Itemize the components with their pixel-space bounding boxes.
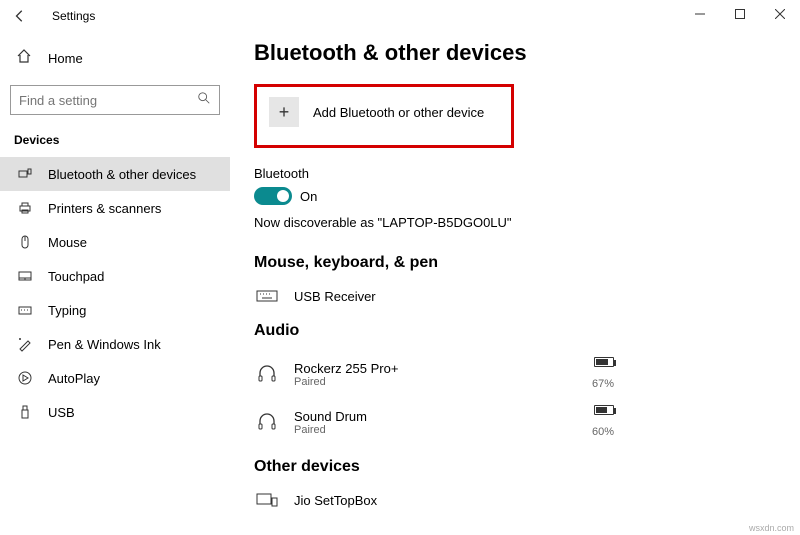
settop-icon — [254, 492, 280, 508]
device-audio-1[interactable]: Sound Drum Paired 60% — [254, 398, 614, 446]
sidebar-item-printers[interactable]: Printers & scanners — [0, 191, 230, 225]
page-heading: Bluetooth & other devices — [254, 40, 772, 66]
touchpad-icon — [16, 268, 34, 284]
device-audio-0[interactable]: Rockerz 255 Pro+ Paired 67% — [254, 350, 614, 398]
sidebar-item-label: Typing — [48, 303, 86, 318]
home-nav[interactable]: Home — [0, 40, 230, 77]
keyboard-icon — [16, 302, 34, 318]
back-button[interactable] — [8, 4, 32, 28]
device-usb-receiver[interactable]: USB Receiver — [254, 282, 614, 310]
printer-icon — [16, 200, 34, 216]
home-label: Home — [48, 51, 83, 66]
device-status: Paired — [294, 376, 398, 388]
headphones-icon — [254, 412, 280, 432]
toggle-state: On — [300, 189, 317, 204]
battery-icon — [594, 357, 614, 367]
pen-icon — [16, 336, 34, 352]
device-status: Paired — [294, 424, 367, 436]
bluetooth-devices-icon — [16, 166, 34, 182]
minimize-button[interactable] — [680, 0, 720, 28]
add-device-highlight: + Add Bluetooth or other device — [254, 84, 514, 148]
content: Bluetooth & other devices + Add Bluetoot… — [230, 32, 800, 535]
discoverable-text: Now discoverable as "LAPTOP-B5DGO0LU" — [254, 215, 772, 230]
group-mouse-keyboard: Mouse, keyboard, & pen — [254, 254, 772, 272]
watermark: wsxdn.com — [749, 523, 794, 533]
plus-icon: + — [269, 97, 299, 127]
sidebar-item-usb[interactable]: USB — [0, 395, 230, 429]
search-input[interactable] — [19, 93, 197, 108]
sidebar-item-typing[interactable]: Typing — [0, 293, 230, 327]
device-name: Jio SetTopBox — [294, 493, 377, 508]
keyboard-device-icon — [254, 288, 280, 304]
headphones-icon — [254, 364, 280, 384]
sidebar: Home Devices Bluetooth & other devices P… — [0, 32, 230, 535]
device-battery: 67% — [592, 356, 614, 392]
bluetooth-label: Bluetooth — [254, 166, 772, 181]
device-name: Sound Drum — [294, 409, 367, 424]
sidebar-item-touchpad[interactable]: Touchpad — [0, 259, 230, 293]
sidebar-item-label: Bluetooth & other devices — [48, 167, 196, 182]
sidebar-item-label: Printers & scanners — [48, 201, 161, 216]
device-name: USB Receiver — [294, 289, 376, 304]
usb-icon — [16, 404, 34, 420]
sidebar-item-label: AutoPlay — [48, 371, 100, 386]
sidebar-item-autoplay[interactable]: AutoPlay — [0, 361, 230, 395]
sidebar-item-bluetooth[interactable]: Bluetooth & other devices — [0, 157, 230, 191]
sidebar-item-label: USB — [48, 405, 75, 420]
close-button[interactable] — [760, 0, 800, 28]
group-audio: Audio — [254, 322, 772, 340]
sidebar-item-mouse[interactable]: Mouse — [0, 225, 230, 259]
battery-icon — [594, 405, 614, 415]
sidebar-item-label: Touchpad — [48, 269, 104, 284]
home-icon — [16, 48, 34, 69]
window-title: Settings — [52, 9, 95, 23]
sidebar-item-pen[interactable]: Pen & Windows Ink — [0, 327, 230, 361]
group-other: Other devices — [254, 458, 772, 476]
battery-percent: 67% — [592, 378, 614, 390]
mouse-icon — [16, 234, 34, 250]
device-other-0[interactable]: Jio SetTopBox — [254, 486, 614, 514]
maximize-button[interactable] — [720, 0, 760, 28]
battery-percent: 60% — [592, 426, 614, 438]
add-device-button[interactable]: + Add Bluetooth or other device — [269, 97, 484, 127]
section-header: Devices — [0, 129, 230, 157]
device-battery: 60% — [592, 404, 614, 440]
add-device-label: Add Bluetooth or other device — [313, 105, 484, 120]
autoplay-icon — [16, 370, 34, 386]
bluetooth-toggle[interactable] — [254, 187, 292, 205]
search-box[interactable] — [10, 85, 220, 115]
sidebar-item-label: Pen & Windows Ink — [48, 337, 161, 352]
sidebar-item-label: Mouse — [48, 235, 87, 250]
device-name: Rockerz 255 Pro+ — [294, 361, 398, 376]
search-icon — [197, 91, 211, 110]
